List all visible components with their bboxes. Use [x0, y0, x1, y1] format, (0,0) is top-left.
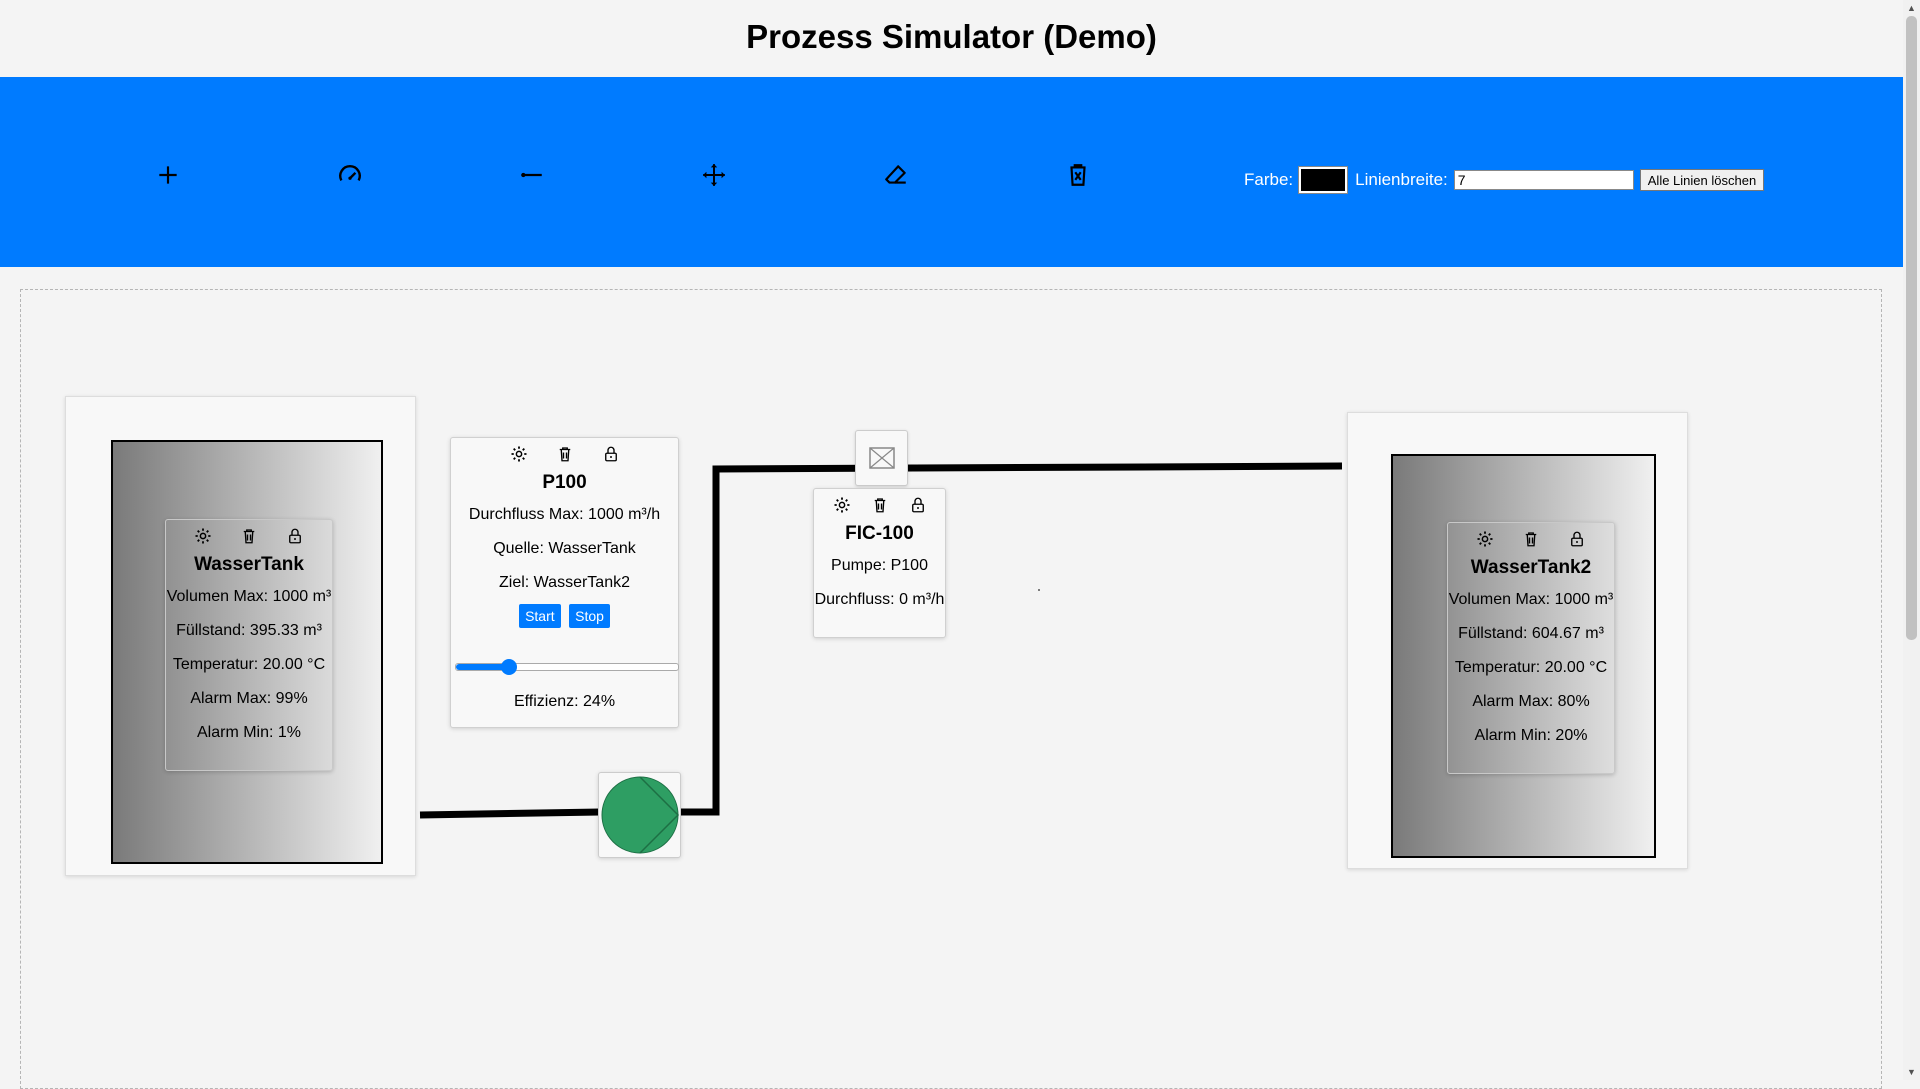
trash-icon[interactable] [556, 445, 574, 463]
tank-level: Füllstand: 395.33 m³ [176, 622, 322, 639]
clear-lines-button[interactable]: Alle Linien löschen [1639, 169, 1765, 191]
pump-efficiency: Effizienz: 24% [513, 693, 616, 710]
pump-flow-max: Durchfluss Max: 1000 m³/h [468, 506, 661, 523]
move-arrows-icon [703, 164, 725, 186]
gear-icon[interactable] [1476, 530, 1494, 548]
trash-icon[interactable] [1522, 530, 1540, 548]
line-controls: Farbe: Linienbreite: Alle Linien löschen [1244, 166, 1765, 194]
tank-temperature: Temperatur: 20.00 °C [172, 656, 326, 673]
pump-source: Quelle: WasserTank [493, 540, 636, 557]
tank-alarm-min: Alarm Min: 20% [1474, 727, 1588, 744]
lock-icon[interactable] [1568, 530, 1586, 548]
trash-icon[interactable] [871, 496, 889, 514]
tank-name: WasserTank [194, 554, 304, 575]
eraser-icon [885, 165, 906, 184]
vertical-scrollbar[interactable]: ▲ ▼ [1903, 0, 1920, 1080]
tank-volume-max: Volumen Max: 1000 m³ [1448, 591, 1614, 608]
add-gauge-button[interactable] [332, 157, 368, 193]
controller-image[interactable] [855, 430, 908, 486]
tank-info-card: WasserTank2 Volumen Max: 1000 m³ Füllsta… [1447, 522, 1615, 774]
page-title: Prozess Simulator (Demo) [746, 18, 1157, 55]
trash-x-icon [1070, 164, 1086, 186]
tank-temperature: Temperatur: 20.00 °C [1454, 659, 1608, 676]
tank-name: WasserTank2 [1470, 557, 1592, 578]
pump-circle [601, 776, 679, 854]
line-draw-icon [521, 172, 542, 178]
move-button[interactable] [696, 157, 732, 193]
color-picker[interactable] [1298, 166, 1349, 194]
delete-button[interactable] [1060, 157, 1096, 193]
gear-icon[interactable] [510, 445, 528, 463]
controller-card[interactable]: FIC-100 Pumpe: P100 Durchfluss: 0 m³/h [813, 488, 946, 638]
add-element-button[interactable] [150, 157, 186, 193]
pump-start-button[interactable]: Start [519, 604, 561, 628]
tank-alarm-max: Alarm Max: 99% [190, 690, 308, 707]
efficiency-slider[interactable] [455, 659, 679, 675]
pump-symbol[interactable] [598, 772, 681, 858]
image-placeholder-icon [868, 447, 895, 469]
plus-icon [159, 166, 177, 184]
gauge-icon [339, 165, 361, 181]
lock-icon[interactable] [286, 527, 304, 545]
lock-icon[interactable] [602, 445, 620, 463]
pump-name: P100 [542, 472, 587, 493]
scroll-thumb[interactable] [1906, 16, 1917, 640]
gear-icon[interactable] [833, 496, 851, 514]
line-width-input[interactable] [1453, 170, 1634, 190]
scroll-up-icon[interactable]: ▲ [1907, 3, 1916, 13]
controller-name: FIC-100 [845, 523, 914, 544]
tank-volume-max: Volumen Max: 1000 m³ [166, 588, 332, 605]
pump-target: Ziel: WasserTank2 [499, 574, 630, 591]
pump-stop-button[interactable]: Stop [569, 604, 610, 628]
title-bar: Prozess Simulator (Demo) [0, 0, 1903, 77]
tank-info-card: WasserTank Volumen Max: 1000 m³ Füllstan… [165, 519, 333, 771]
efficiency-slider-thumb[interactable] [501, 659, 518, 675]
lock-icon[interactable] [909, 496, 927, 514]
draw-line-button[interactable] [514, 157, 550, 193]
controller-flow: Durchfluss: 0 m³/h [814, 591, 945, 608]
trash-icon[interactable] [240, 527, 258, 545]
controller-pump: Pumpe: P100 [831, 557, 928, 574]
scroll-down-icon[interactable]: ▼ [1907, 1067, 1916, 1077]
tank-alarm-max: Alarm Max: 80% [1472, 693, 1590, 710]
gear-icon[interactable] [194, 527, 212, 545]
color-label: Farbe: [1244, 170, 1294, 189]
line-width-label: Linienbreite: [1355, 170, 1448, 189]
tank-alarm-min: Alarm Min: 1% [196, 724, 302, 741]
pump-card[interactable]: P100 Durchfluss Max: 1000 m³/h Quelle: W… [450, 437, 679, 728]
tank-level: Füllstand: 604.67 m³ [1458, 625, 1604, 642]
eraser-button[interactable] [878, 157, 914, 193]
